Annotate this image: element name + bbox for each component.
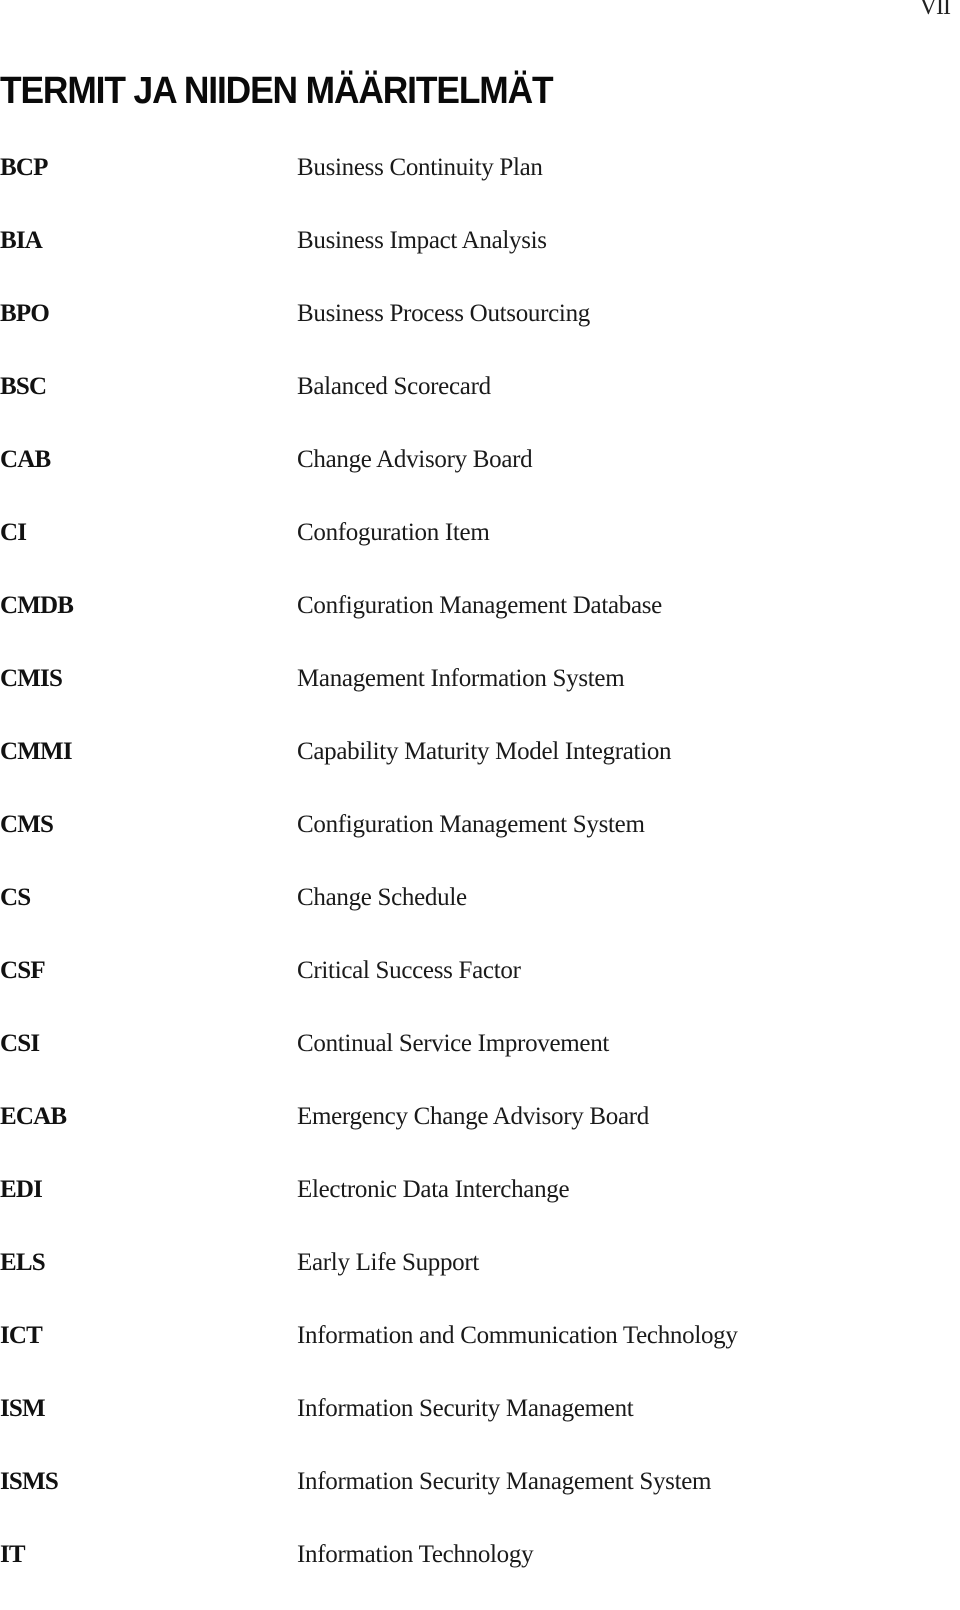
term-abbreviation: CMS bbox=[0, 811, 54, 838]
term-abbreviation: CSF bbox=[0, 957, 46, 984]
term-list: BCP Business Continuity Plan BIA Business … bbox=[0, 150, 960, 1610]
term-definition: Information Technology bbox=[297, 1541, 534, 1568]
term-abbreviation: IT bbox=[0, 1541, 26, 1568]
term-row: EDI Electronic Data Interchange bbox=[0, 1172, 960, 1245]
term-definition: Balanced Scorecard bbox=[297, 373, 491, 400]
term-abbreviation: BPO bbox=[0, 300, 50, 327]
term-row: CS Change Schedule bbox=[0, 880, 960, 953]
term-definition: Change Advisory Board bbox=[297, 446, 533, 473]
term-definition: Emergency Change Advisory Board bbox=[297, 1103, 649, 1130]
term-row: BPO Business Process Outsourcing bbox=[0, 296, 960, 369]
term-row: BCP Business Continuity Plan bbox=[0, 150, 960, 223]
term-row: CMIS Management Information System bbox=[0, 661, 960, 734]
term-abbreviation: CAB bbox=[0, 446, 51, 473]
term-row: CSF Critical Success Factor bbox=[0, 953, 960, 1026]
term-definition: Confoguration Item bbox=[297, 519, 490, 546]
term-definition: Configuration Management System bbox=[297, 811, 645, 838]
term-row: CMS Configuration Management System bbox=[0, 807, 960, 880]
term-row: CMMI Capability Maturity Model Integratio… bbox=[0, 734, 960, 807]
term-row: ISM Information Security Management bbox=[0, 1391, 960, 1464]
term-definition: Critical Success Factor bbox=[297, 957, 521, 984]
term-definition: Change Schedule bbox=[297, 884, 467, 911]
term-definition: Information Security Management System bbox=[297, 1468, 712, 1495]
term-abbreviation: BSC bbox=[0, 373, 47, 400]
term-abbreviation: CI bbox=[0, 519, 27, 546]
term-abbreviation: ICT bbox=[0, 1322, 43, 1349]
term-row: CAB Change Advisory Board bbox=[0, 442, 960, 515]
term-abbreviation: ECAB bbox=[0, 1103, 67, 1130]
term-definition: Capability Maturity Model Integration bbox=[297, 738, 672, 765]
term-definition: Information Security Management bbox=[297, 1395, 634, 1422]
term-definition: Business Impact Analysis bbox=[297, 227, 547, 254]
term-row: ISMS Information Security Management Syst… bbox=[0, 1464, 960, 1537]
term-row: IT Information Technology bbox=[0, 1537, 960, 1610]
term-abbreviation: EDI bbox=[0, 1176, 43, 1203]
term-definition: Electronic Data Interchange bbox=[297, 1176, 570, 1203]
term-abbreviation: CS bbox=[0, 884, 31, 911]
term-definition: Early Life Support bbox=[297, 1249, 480, 1276]
term-abbreviation: CMIS bbox=[0, 665, 63, 692]
term-abbreviation: BCP bbox=[0, 154, 48, 181]
term-abbreviation: ISMS bbox=[0, 1468, 59, 1495]
term-definition: Continual Service Improvement bbox=[297, 1030, 610, 1057]
term-definition: Business Continuity Plan bbox=[297, 154, 543, 181]
term-row: CI Confoguration Item bbox=[0, 515, 960, 588]
term-definition: Management Information System bbox=[297, 665, 625, 692]
term-row: BIA Business Impact Analysis bbox=[0, 223, 960, 296]
term-abbreviation: ELS bbox=[0, 1249, 46, 1276]
term-abbreviation: CSI bbox=[0, 1030, 40, 1057]
term-abbreviation: CMDB bbox=[0, 592, 74, 619]
term-row: BSC Balanced Scorecard bbox=[0, 369, 960, 442]
term-row: ELS Early Life Support bbox=[0, 1245, 960, 1318]
term-row: CSI Continual Service Improvement bbox=[0, 1026, 960, 1099]
term-abbreviation: BIA bbox=[0, 227, 43, 254]
term-row: CMDB Configuration Management Database bbox=[0, 588, 960, 661]
term-abbreviation: CMMI bbox=[0, 738, 73, 765]
term-definition: Business Process Outsourcing bbox=[297, 300, 590, 327]
term-definition: Configuration Management Database bbox=[297, 592, 662, 619]
term-definition: Information and Communication Technology bbox=[297, 1322, 738, 1349]
term-row: ICT Information and Communication Technol… bbox=[0, 1318, 960, 1391]
page-number: VII bbox=[919, 0, 951, 20]
term-abbreviation: ISM bbox=[0, 1395, 46, 1422]
term-row: ECAB Emergency Change Advisory Board bbox=[0, 1099, 960, 1172]
page-title: TERMIT JA NIIDEN MÄÄRITELMÄT bbox=[0, 70, 554, 112]
